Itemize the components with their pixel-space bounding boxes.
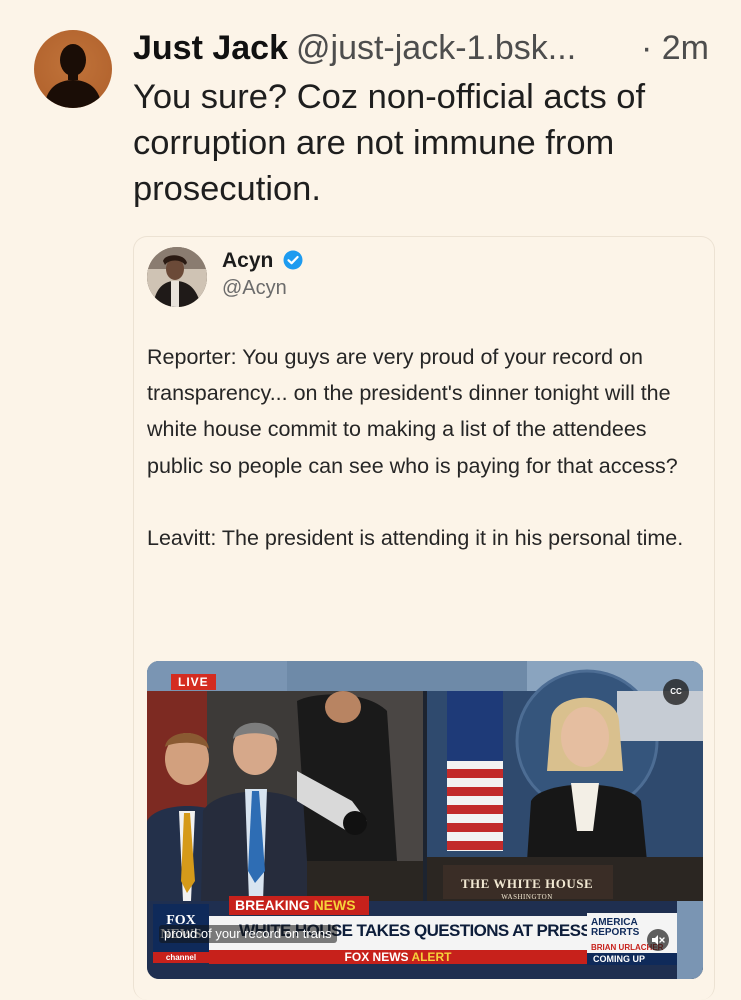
closed-captions-icon[interactable]: CC — [663, 679, 689, 705]
profile-photo-icon — [147, 247, 207, 307]
promo-coming-up: COMING UP — [587, 953, 677, 965]
live-badge: LIVE — [171, 674, 216, 690]
quoted-post-text: Reporter: You guys are very proud of you… — [147, 339, 707, 556]
mute-icon[interactable] — [647, 929, 669, 951]
news-alert-bar: FOX NEWS ALERT — [209, 950, 587, 964]
quoted-paragraph-2: Leavitt: The president is attending it i… — [147, 525, 684, 550]
post-text: You sure? Coz non-official acts of corru… — [133, 78, 646, 208]
author-handle[interactable]: @just-jack-1.bsk... — [296, 29, 576, 67]
author-name[interactable]: Just Jack — [133, 29, 288, 67]
quoted-paragraph-1: Reporter: You guys are very proud of you… — [147, 345, 678, 478]
breaking-label: BREAKING — [235, 897, 314, 913]
video-player[interactable]: LIVE CC THE WHITE HOUSE WASHINGTON BREAK… — [147, 661, 703, 979]
author-avatar[interactable] — [34, 30, 112, 108]
quoted-post[interactable]: Acyn @Acyn Reporter: You guys are very p… — [133, 236, 715, 1000]
post-header: Just Jack @just-jack-1.bsk... · 2m — [133, 26, 723, 70]
promo-title: AMERICA REPORTS — [591, 917, 640, 938]
quoted-author-name[interactable]: Acyn — [222, 249, 303, 273]
quoted-author-handle[interactable]: @Acyn — [222, 277, 287, 300]
alert-prefix: FOX NEWS — [344, 950, 412, 964]
quoted-author-name-text: Acyn — [222, 249, 274, 272]
alert-word: ALERT — [411, 950, 452, 964]
speaker-muted-icon — [652, 935, 665, 945]
podium-subtitle: WASHINGTON — [501, 893, 553, 901]
breaking-news-word: NEWS — [313, 897, 356, 913]
post-card[interactable]: Just Jack @just-jack-1.bsk... · 2m You su… — [0, 0, 741, 1000]
podium-sign: THE WHITE HOUSE WASHINGTON — [447, 876, 607, 901]
verified-badge-icon — [283, 250, 303, 270]
silhouette-icon — [44, 44, 102, 108]
podium-title: THE WHITE HOUSE — [460, 876, 594, 891]
channel-label: channel — [153, 952, 209, 963]
video-caption: proud of your record on trans — [159, 925, 337, 943]
post-timestamp[interactable]: · 2m — [641, 26, 709, 70]
quoted-author-avatar[interactable] — [147, 247, 207, 307]
breaking-news-tag: BREAKING NEWS — [229, 896, 369, 915]
